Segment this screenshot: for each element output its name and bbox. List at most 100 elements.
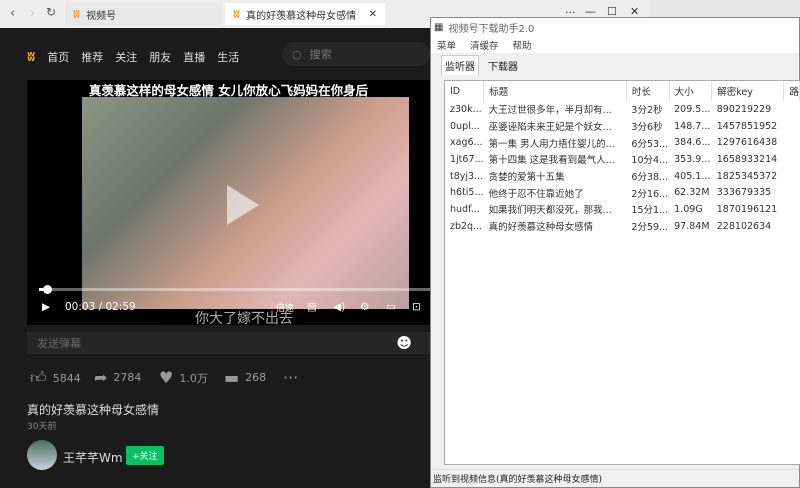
col-size[interactable]: 大小 xyxy=(669,81,713,101)
settings-gear-icon[interactable]: ⚙ xyxy=(360,301,369,313)
table-cell: 大王过世很多年，半月却有... xyxy=(488,105,612,117)
table-cell: 6分38... xyxy=(631,172,669,184)
table-cell: 148.7... xyxy=(674,120,711,132)
shipinhao-logo-icon[interactable]: ʬ xyxy=(27,49,35,65)
author-name[interactable]: 王芊芊Wm xyxy=(63,449,123,466)
more-button[interactable]: ··· xyxy=(283,368,298,387)
app-icon: ▦ xyxy=(434,22,444,33)
tool-tabs: 监听器 下载器 xyxy=(431,55,799,75)
share-button[interactable]: ➦ 2784 xyxy=(94,368,141,387)
shipinhao-logo-icon: ʬ xyxy=(233,7,241,21)
table-row[interactable]: t8yj3... 贪婪的爱第十五集 6分38... 405.1... 182534537… xyxy=(445,168,800,185)
table-cell: 1457851952 xyxy=(716,120,778,132)
nav-follow[interactable]: 关注 xyxy=(115,49,137,65)
play-icon[interactable]: ▶ xyxy=(42,301,50,313)
danmu-toggle-icon[interactable]: ▤ xyxy=(307,301,317,313)
nav-home[interactable]: 首页 xyxy=(47,49,69,65)
emoji-icon[interactable]: ☻ xyxy=(396,334,412,352)
table-cell: 1870196121 xyxy=(716,203,778,215)
back-icon[interactable]: ‹ xyxy=(10,6,15,21)
table-cell: 62.32M xyxy=(674,187,710,199)
menu-clear-cache[interactable]: 清缓存 xyxy=(470,38,499,52)
col-key[interactable]: 解密key xyxy=(711,81,785,101)
avatar[interactable] xyxy=(27,440,57,470)
share-arrow-icon: ➦ xyxy=(94,368,108,387)
refresh-icon[interactable]: ↻ xyxy=(46,5,56,19)
table-cell: 1297616438 xyxy=(716,137,778,149)
nav-recommend[interactable]: 推荐 xyxy=(81,49,103,65)
table-row[interactable]: 0upl... 巫婆诬陷未来王妃是个妖女... 3分6秒 148.7... 145785… xyxy=(445,118,800,135)
search-icon: ○ xyxy=(292,47,302,61)
tab-shipinhao[interactable]: ʬ 视频号 xyxy=(65,3,222,25)
table-cell: 1.09G xyxy=(674,203,703,215)
volume-icon[interactable]: ◀) xyxy=(333,301,345,313)
progress-handle[interactable] xyxy=(42,285,52,294)
heart-icon: ♥ xyxy=(159,368,174,387)
col-path[interactable]: 路 xyxy=(783,81,800,101)
table-cell: 353.9... xyxy=(674,153,711,165)
nav-friends[interactable]: 朋友 xyxy=(149,49,171,65)
table-cell: 2分59... xyxy=(631,222,669,234)
col-id[interactable]: ID xyxy=(445,81,485,101)
col-duration[interactable]: 时长 xyxy=(626,81,670,101)
speed-button[interactable]: 倍速 xyxy=(276,301,294,314)
table-cell: xag6... xyxy=(450,137,483,149)
video-caption-title: 真羡慕这样的母女感情 女儿你放心飞妈妈在你身后 xyxy=(88,83,369,98)
tab-downloader[interactable]: 下载器 xyxy=(485,56,521,75)
big-play-icon[interactable] xyxy=(227,185,259,225)
table-cell: 第十四集 这是我看到最气人... xyxy=(488,155,615,167)
progress-bar[interactable] xyxy=(39,288,430,291)
table-cell: t8yj3... xyxy=(450,170,484,182)
table-row[interactable]: hudf... 如果我们明天都没死，那我... 15分1... 1.09G 187019… xyxy=(445,201,800,218)
table-row[interactable]: z30k... 大王过世很多年，半月却有... 3分2秒 209.5... 890219… xyxy=(445,101,800,118)
table-cell: z30k... xyxy=(450,103,482,115)
like-button[interactable]: 👍︎ 5844 xyxy=(30,368,81,388)
shipinhao-logo-icon: ʬ xyxy=(73,7,81,21)
table-cell: 2分16... xyxy=(631,188,669,200)
table-cell: hudf... xyxy=(450,203,480,215)
table-cell: 6分53... xyxy=(631,138,669,150)
comment-icon: ▬ xyxy=(224,368,240,387)
col-title[interactable]: 标题 xyxy=(483,81,627,101)
video-player[interactable]: 真羡慕这样的母女感情 女儿你放心飞妈妈在你身后 ▶ 00:03 / 02:59 … xyxy=(27,80,430,327)
post-title: 真的好羡慕这种母女感情 xyxy=(27,403,160,417)
table-cell: 97.84M xyxy=(674,220,710,232)
tab-listener[interactable]: 监听器 xyxy=(441,55,479,75)
danmu-input[interactable]: 发送弹幕 ☻ xyxy=(27,332,430,354)
search-input[interactable]: ○ 搜索 xyxy=(282,42,430,66)
table-row[interactable]: h6ti5... 他终于忍不住靠近她了 2分16... 62.32M 333679335 xyxy=(445,184,800,201)
post-date: 30天前 xyxy=(27,422,57,432)
site-nav: ʬ 首页 推荐 关注 朋友 直播 生活 xyxy=(27,49,239,65)
table-cell: 209.5... xyxy=(674,103,711,115)
menu-main[interactable]: 菜单 xyxy=(437,38,456,52)
tab-current[interactable]: ʬ 真的好羡慕这种母女感情 ✕ xyxy=(225,3,385,25)
menu-help[interactable]: 帮助 xyxy=(513,38,532,52)
table-cell: 真的好羡慕这种母女感情 xyxy=(488,222,594,234)
table-cell: 贪婪的爱第十五集 xyxy=(488,172,565,184)
table-cell: 228102634 xyxy=(716,220,772,232)
follow-button[interactable]: +关注 xyxy=(126,446,164,465)
forward-icon[interactable]: › xyxy=(30,6,35,21)
video-list[interactable]: ID 标题 时长 大小 解密key 路 z30k... 大王过世很多年，半月却有.… xyxy=(444,80,800,465)
nav-live[interactable]: 直播 xyxy=(183,49,205,65)
table-cell: 1825345372 xyxy=(716,170,778,182)
close-tab-icon[interactable]: ✕ xyxy=(369,9,377,20)
list-header: ID 标题 时长 大小 解密key 路 xyxy=(445,81,800,101)
time-display: 00:03 / 02:59 xyxy=(65,301,136,313)
table-row[interactable]: 1jt67... 第十四集 这是我看到最气人... 10分4... 353.9... 1… xyxy=(445,151,800,168)
pip-icon[interactable]: ▭ xyxy=(386,301,396,313)
downloader-window: ▦ 视频号下载助手2.0 菜单 清缓存 帮助 监听器 下载器 ID 标题 时长 大… xyxy=(430,17,800,488)
table-cell: 巫婆诬陷未来王妃是个妖女... xyxy=(488,122,612,134)
table-cell: zb2q... xyxy=(450,220,483,232)
fullscreen-icon[interactable]: ⊡ xyxy=(412,301,421,313)
menu-bar: 菜单 清缓存 帮助 xyxy=(431,37,799,53)
table-cell: 1jt67... xyxy=(450,153,484,165)
comment-button[interactable]: ▬ 268 xyxy=(224,368,266,387)
table-cell: 他终于忍不住靠近她了 xyxy=(488,188,584,200)
nav-life[interactable]: 生活 xyxy=(217,49,239,65)
favorite-button[interactable]: ♥ 1.0万 xyxy=(159,368,208,387)
table-row[interactable]: zb2q... 真的好羡慕这种母女感情 2分59... 97.84M 228102634 xyxy=(445,218,800,235)
table-cell: 10分4... xyxy=(631,155,669,167)
table-cell: 3分2秒 xyxy=(631,105,663,117)
table-row[interactable]: xag6... 第一集 男人用力捂住婴儿的... 6分53... 384.6... 12… xyxy=(445,134,800,151)
